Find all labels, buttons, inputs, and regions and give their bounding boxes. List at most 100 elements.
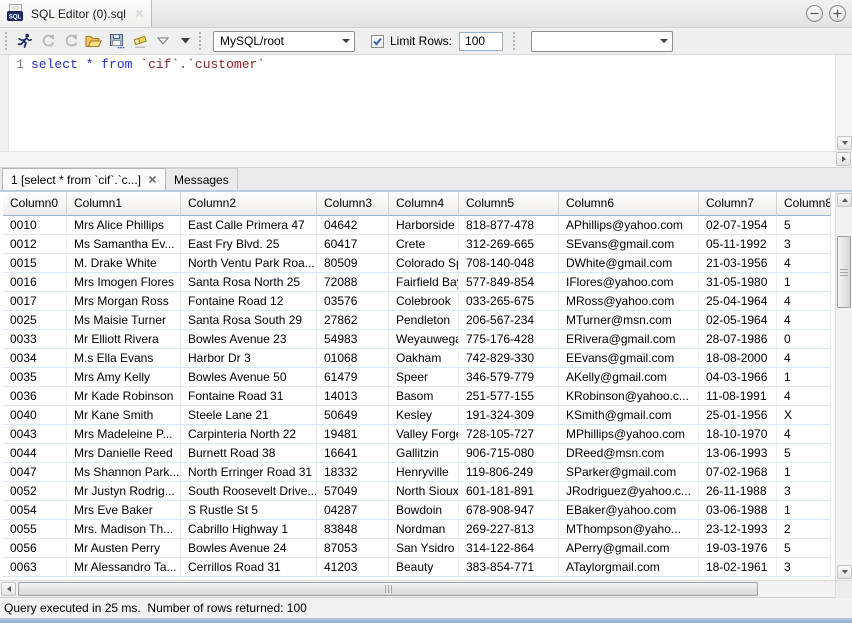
table-cell[interactable]: IFlores@yahoo.com <box>559 273 699 292</box>
table-cell[interactable]: 3 <box>777 558 831 577</box>
table-cell[interactable]: 0055 <box>3 520 67 539</box>
table-cell[interactable]: 0044 <box>3 444 67 463</box>
table-cell[interactable]: SEvans@gmail.com <box>559 235 699 254</box>
table-cell[interactable]: 1 <box>777 463 831 482</box>
table-cell[interactable]: 61479 <box>317 368 389 387</box>
clear-editor-button[interactable] <box>128 30 151 52</box>
table-cell[interactable]: 41203 <box>317 558 389 577</box>
table-cell[interactable]: 14013 <box>317 387 389 406</box>
table-cell[interactable]: 346-579-779 <box>459 368 559 387</box>
table-cell[interactable]: Harborside <box>389 216 459 235</box>
table-cell[interactable]: Bowles Avenue 23 <box>181 330 317 349</box>
table-cell[interactable]: 25-01-1956 <box>699 406 777 425</box>
tab-messages[interactable]: Messages <box>166 168 238 190</box>
table-cell[interactable]: Steele Lane 21 <box>181 406 317 425</box>
table-cell[interactable]: Kesley <box>389 406 459 425</box>
table-cell[interactable]: KRobinson@yahoo.c... <box>559 387 699 406</box>
table-cell[interactable]: 728-105-727 <box>459 425 559 444</box>
table-cell[interactable]: Weyauwega <box>389 330 459 349</box>
table-cell[interactable]: 119-806-249 <box>459 463 559 482</box>
table-cell[interactable]: Mr Alessandro Ta... <box>67 558 181 577</box>
table-cell[interactable]: 5 <box>777 216 831 235</box>
table-cell[interactable]: 742-829-330 <box>459 349 559 368</box>
table-cell[interactable]: North Sioux ... <box>389 482 459 501</box>
column-header[interactable]: Column5 <box>459 192 559 216</box>
table-cell[interactable]: 80509 <box>317 254 389 273</box>
table-cell[interactable]: 13-06-1993 <box>699 444 777 463</box>
column-header[interactable]: Column4 <box>389 192 459 216</box>
table-cell[interactable]: 18332 <box>317 463 389 482</box>
table-cell[interactable]: 3 <box>777 482 831 501</box>
table-cell[interactable]: 07-02-1968 <box>699 463 777 482</box>
table-cell[interactable]: Harbor Dr 3 <box>181 349 317 368</box>
editor-horizontal-scrollbar[interactable] <box>0 151 852 167</box>
table-cell[interactable]: 206-567-234 <box>459 311 559 330</box>
table-cell[interactable]: Valley Forge <box>389 425 459 444</box>
table-cell[interactable]: APhillips@yahoo.com <box>559 216 699 235</box>
table-cell[interactable]: Mrs Madeleine P... <box>67 425 181 444</box>
limit-rows-input[interactable] <box>459 32 503 51</box>
expand-dropdown-button[interactable] <box>151 30 174 52</box>
table-cell[interactable]: 87053 <box>317 539 389 558</box>
table-cell[interactable]: 0 <box>777 330 831 349</box>
column-header[interactable]: Column0 <box>3 192 67 216</box>
grid-vertical-scrollbar[interactable] <box>835 192 852 580</box>
scroll-up-button[interactable] <box>837 193 852 207</box>
table-cell[interactable]: 19481 <box>317 425 389 444</box>
table-cell[interactable]: 4 <box>777 387 831 406</box>
table-cell[interactable]: Fairfield Bay <box>389 273 459 292</box>
table-cell[interactable]: 16641 <box>317 444 389 463</box>
table-cell[interactable]: 31-05-1980 <box>699 273 777 292</box>
scroll-down-button[interactable] <box>837 136 852 150</box>
table-cell[interactable]: Pendleton <box>389 311 459 330</box>
table-cell[interactable]: 26-11-1988 <box>699 482 777 501</box>
table-cell[interactable]: AKelly@gmail.com <box>559 368 699 387</box>
table-cell[interactable]: MTurner@msn.com <box>559 311 699 330</box>
schema-select[interactable] <box>531 31 673 52</box>
table-cell[interactable]: MThompson@yaho... <box>559 520 699 539</box>
table-cell[interactable]: 2 <box>777 520 831 539</box>
vertical-scroll-thumb[interactable] <box>837 236 851 308</box>
editor-vertical-scrollbar[interactable] <box>835 55 852 151</box>
table-cell[interactable]: 033-265-675 <box>459 292 559 311</box>
table-cell[interactable]: 1 <box>777 368 831 387</box>
table-cell[interactable]: Gallitzin <box>389 444 459 463</box>
table-cell[interactable]: 0012 <box>3 235 67 254</box>
sql-editor[interactable]: 1 select * from `cif`.`customer` <box>0 55 852 168</box>
table-cell[interactable]: Cabrillo Highway 1 <box>181 520 317 539</box>
table-cell[interactable]: Mrs Eve Baker <box>67 501 181 520</box>
table-cell[interactable]: Carpinteria North 22 <box>181 425 317 444</box>
open-file-button[interactable] <box>82 30 105 52</box>
column-header[interactable]: Column7 <box>699 192 777 216</box>
table-cell[interactable]: 0010 <box>3 216 67 235</box>
table-cell[interactable]: 21-03-1956 <box>699 254 777 273</box>
table-cell[interactable]: M.s Ella Evans <box>67 349 181 368</box>
table-cell[interactable]: 0054 <box>3 501 67 520</box>
result-tab-close-icon[interactable] <box>148 173 157 187</box>
table-cell[interactable]: 269-227-813 <box>459 520 559 539</box>
table-cell[interactable]: East Fry Blvd. 25 <box>181 235 317 254</box>
table-cell[interactable]: 23-12-1993 <box>699 520 777 539</box>
table-cell[interactable]: X <box>777 406 831 425</box>
table-cell[interactable]: Basom <box>389 387 459 406</box>
table-cell[interactable]: 314-122-864 <box>459 539 559 558</box>
table-cell[interactable]: 4 <box>777 292 831 311</box>
table-cell[interactable]: DReed@msn.com <box>559 444 699 463</box>
table-cell[interactable]: Mr Austen Perry <box>67 539 181 558</box>
table-cell[interactable]: ATaylorgmail.com <box>559 558 699 577</box>
table-cell[interactable]: 1 <box>777 273 831 292</box>
table-cell[interactable]: Fontaine Road 31 <box>181 387 317 406</box>
table-cell[interactable]: Colebrook <box>389 292 459 311</box>
table-cell[interactable]: 0016 <box>3 273 67 292</box>
table-cell[interactable]: 11-08-1991 <box>699 387 777 406</box>
table-cell[interactable]: 577-849-854 <box>459 273 559 292</box>
table-cell[interactable]: 28-07-1986 <box>699 330 777 349</box>
table-cell[interactable]: 19-03-1976 <box>699 539 777 558</box>
table-cell[interactable]: Fontaine Road 12 <box>181 292 317 311</box>
tab-result-set[interactable]: 1 [select * from `cif`.`c...] <box>2 168 166 190</box>
column-header[interactable]: Column1 <box>67 192 181 216</box>
table-cell[interactable]: Bowles Avenue 50 <box>181 368 317 387</box>
table-cell[interactable]: 50649 <box>317 406 389 425</box>
table-cell[interactable]: Mrs. Madison Th... <box>67 520 181 539</box>
table-cell[interactable]: 4 <box>777 254 831 273</box>
